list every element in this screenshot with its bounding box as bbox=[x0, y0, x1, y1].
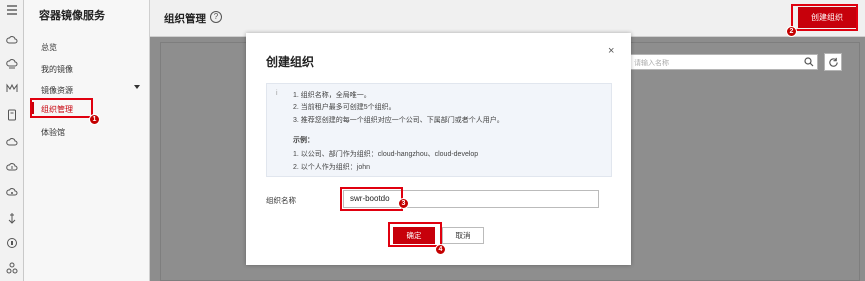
refresh-button[interactable] bbox=[824, 53, 842, 71]
cluster-icon[interactable] bbox=[4, 261, 20, 275]
highlight-box-org-name bbox=[340, 187, 403, 211]
example-title: 示例： bbox=[293, 137, 314, 144]
cloud-download-icon[interactable] bbox=[4, 160, 20, 174]
example-line: 2. 以个人作为组织：john bbox=[293, 164, 371, 171]
step-marker-1: 1 bbox=[89, 114, 100, 125]
cloud-upload-icon[interactable] bbox=[4, 185, 20, 199]
menu-icon[interactable] bbox=[4, 3, 20, 17]
search-icon[interactable] bbox=[804, 57, 814, 67]
storage-icon[interactable] bbox=[4, 108, 20, 122]
example-line: 1. 以公司、部门作为组织：cloud-hangzhou、cloud-devel… bbox=[293, 151, 479, 158]
page-header: 组织管理 ? 创建组织 bbox=[150, 0, 865, 37]
search-input[interactable]: 请输入名称 bbox=[630, 54, 818, 70]
info-icon: i bbox=[276, 90, 278, 97]
dialog-title: 创建组织 bbox=[266, 55, 315, 69]
highlight-box-create-button bbox=[791, 4, 858, 31]
sidebar-item-experience-hall[interactable]: 体验馆 bbox=[41, 127, 65, 138]
chevron-down-icon[interactable] bbox=[134, 85, 140, 89]
info-panel: i 1. 组织名称，全局唯一。 2. 当前租户最多可创建5个组织。 3. 推荐您… bbox=[266, 83, 612, 177]
info-line: 3. 推荐您创建的每一个组织对应一个公司、下属部门或者个人用户。 bbox=[293, 117, 504, 124]
close-icon[interactable]: × bbox=[608, 45, 614, 57]
cloud-icon[interactable] bbox=[4, 33, 20, 47]
page-title: 组织管理 bbox=[164, 13, 206, 25]
anchor-icon[interactable] bbox=[4, 211, 20, 225]
service-title: 容器镜像服务 bbox=[39, 10, 105, 22]
org-name-label: 组织名称 bbox=[266, 196, 296, 205]
network-icon[interactable] bbox=[4, 81, 20, 95]
step-marker-4: 4 bbox=[435, 244, 446, 255]
info-line: 1. 组织名称，全局唯一。 bbox=[293, 92, 371, 99]
sidebar-item-overview[interactable]: 总览 bbox=[41, 42, 57, 53]
compass-icon[interactable] bbox=[4, 236, 20, 250]
sidebar-item-my-images[interactable]: 我的镜像 bbox=[41, 64, 73, 75]
service-icon-rail bbox=[0, 0, 24, 281]
cloud-server-icon[interactable] bbox=[4, 57, 20, 71]
cancel-button[interactable]: 取消 bbox=[442, 227, 484, 244]
help-icon[interactable]: ? bbox=[210, 11, 222, 23]
cloud-database-icon[interactable] bbox=[4, 135, 20, 149]
highlight-box-organizations bbox=[30, 98, 93, 118]
sidebar-item-image-resources[interactable]: 镜像资源 bbox=[41, 85, 73, 96]
step-marker-2: 2 bbox=[786, 26, 797, 37]
service-sidebar: 容器镜像服务 总览 我的镜像 镜像资源 组织管理 体验馆 bbox=[24, 0, 150, 281]
search-placeholder: 请输入名称 bbox=[634, 60, 669, 67]
highlight-box-confirm bbox=[388, 222, 442, 247]
info-line: 2. 当前租户最多可创建5个组织。 bbox=[293, 104, 396, 111]
step-marker-3: 3 bbox=[398, 198, 409, 209]
refresh-icon bbox=[828, 57, 838, 67]
